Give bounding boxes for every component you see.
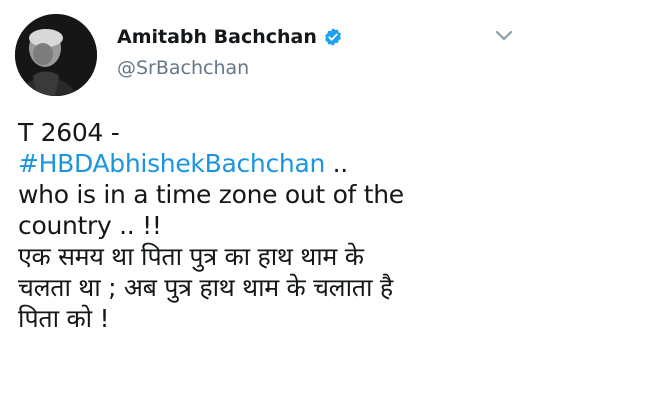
tweet-header: Amitabh Bachchan @SrBachchan: [117, 24, 343, 81]
verified-badge-icon: [323, 27, 343, 47]
tweet-line-suffix: ..: [325, 149, 349, 178]
tweet-card: Amitabh Bachchan @SrBachchan T 2604 - #H…: [0, 0, 659, 400]
tweet-line: पिता को !: [18, 304, 110, 333]
chevron-down-icon[interactable]: [494, 28, 514, 42]
author-name-row[interactable]: Amitabh Bachchan: [117, 24, 343, 50]
profile-photo-icon: [15, 14, 97, 96]
tweet-line: country .. !!: [18, 211, 162, 240]
tweet-line-hashtag: #HBDAbhishekBachchan ..: [18, 148, 638, 179]
author-handle[interactable]: @SrBachchan: [117, 55, 343, 81]
avatar[interactable]: [15, 14, 97, 96]
tweet-line: चलता था ; अब पुत्र हाथ थाम के चलाता है: [18, 273, 393, 302]
tweet-line: एक समय था पिता पुत्र का हाथ थाम के: [18, 242, 364, 271]
hashtag-link[interactable]: #HBDAbhishekBachchan: [18, 149, 325, 178]
tweet-text: T 2604 - #HBDAbhishekBachchan .. who is …: [18, 117, 638, 334]
author-display-name[interactable]: Amitabh Bachchan: [117, 24, 317, 50]
tweet-line: who is in a time zone out of the: [18, 180, 404, 209]
tweet-line: T 2604 -: [18, 118, 120, 147]
